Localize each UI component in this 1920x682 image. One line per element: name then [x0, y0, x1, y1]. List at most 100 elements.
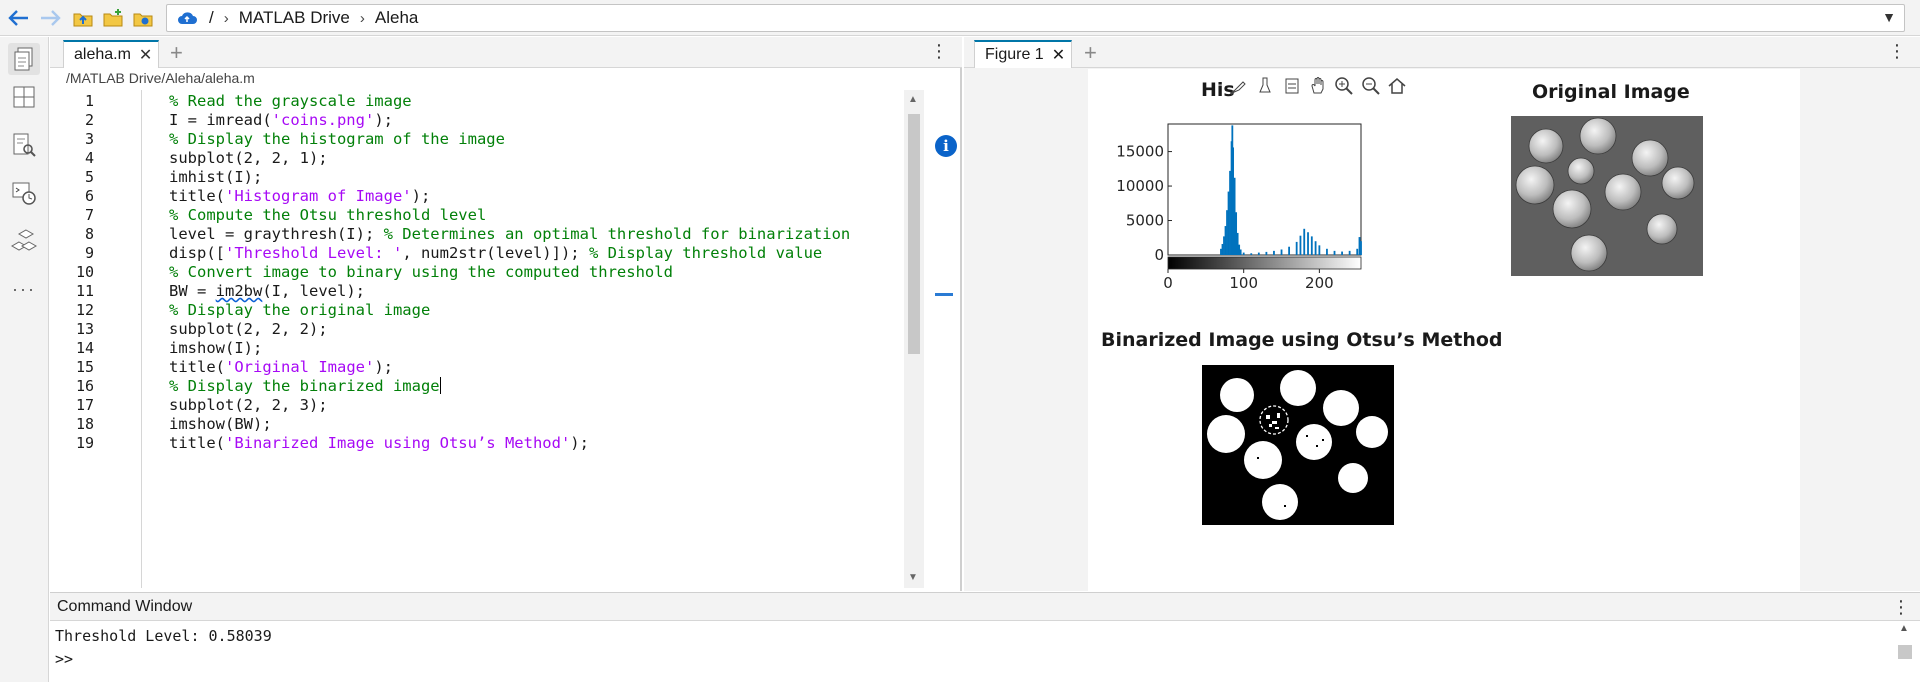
- code-line[interactable]: title('Binarized Image using Otsu’s Meth…: [169, 434, 589, 452]
- binarized-coins-image: [1202, 365, 1394, 525]
- code-line[interactable]: % Display the histogram of the image: [169, 130, 505, 148]
- code-area[interactable]: 1 2 3 4 5 6 7 8 9 10 11 12 13 14 15 16 17 18 19 % Read the…: [50, 90, 962, 588]
- browse-folder-icon[interactable]: [130, 6, 156, 30]
- histogram-bar: [1295, 241, 1298, 255]
- code-string: 'Original Image': [225, 358, 375, 376]
- y-tick-label: 0: [1154, 246, 1164, 264]
- code-line[interactable]: BW = im2bw(I, level);: [169, 282, 365, 300]
- scrollbar-thumb[interactable]: [1898, 645, 1912, 659]
- chevron-down-icon[interactable]: ▼: [1882, 9, 1896, 25]
- code-line[interactable]: % Display the original image: [169, 301, 430, 319]
- line-number: 7: [84, 206, 94, 224]
- code-line[interactable]: % Convert image to binary using the comp…: [169, 263, 673, 281]
- grayscale-colorbar: [1167, 256, 1362, 270]
- workspace-panel-icon[interactable]: [8, 81, 40, 113]
- close-icon[interactable]: ✕: [139, 45, 152, 65]
- up-folder-icon[interactable]: [70, 6, 96, 30]
- line-number: 10: [75, 263, 94, 281]
- more-options-icon[interactable]: ···: [8, 273, 40, 305]
- command-window-kebab-menu-icon[interactable]: ⋮: [1892, 598, 1910, 616]
- line-number: 3: [84, 130, 94, 148]
- tab-aleha-m[interactable]: aleha.m ✕: [63, 40, 160, 68]
- command-history-icon[interactable]: [8, 177, 40, 209]
- x-tick-label: 100: [1229, 274, 1258, 292]
- forward-arrow-icon[interactable]: [37, 6, 63, 30]
- histogram-bar: [1310, 236, 1313, 255]
- code-string: 'Threshold Level: ': [225, 244, 403, 262]
- command-window[interactable]: Command Window ⋮ Threshold Level: 0.5803…: [50, 592, 1920, 682]
- find-files-icon[interactable]: [8, 129, 40, 161]
- code-comment: % Read the grayscale image: [169, 92, 412, 110]
- line-number: 17: [75, 396, 94, 414]
- gutter-divider: [141, 90, 142, 588]
- breadcrumb-root[interactable]: /: [209, 8, 214, 28]
- editor-panel: aleha.m ✕ + ⋮ /MATLAB Drive/Aleha/aleha.…: [50, 37, 962, 591]
- command-prompt[interactable]: >>: [55, 650, 73, 668]
- histogram-bar: [1341, 251, 1343, 255]
- code-comment: % Determines an optimal threshold for bi…: [383, 225, 851, 243]
- code-comment: % Display the binarized image: [169, 377, 440, 395]
- histogram-bar: [1307, 232, 1309, 255]
- code-line[interactable]: % Read the grayscale image: [169, 92, 412, 110]
- file-path-label: /MATLAB Drive/Aleha/aleha.m: [66, 70, 255, 86]
- figure-kebab-menu-icon[interactable]: ⋮: [1888, 42, 1906, 60]
- back-arrow-icon[interactable]: [6, 6, 32, 30]
- code-line[interactable]: imshow(BW);: [169, 415, 272, 433]
- code-line[interactable]: subplot(2, 2, 1);: [169, 149, 328, 167]
- close-icon[interactable]: ✕: [1052, 45, 1065, 65]
- scrollbar-thumb[interactable]: [908, 114, 920, 354]
- line-number: 4: [84, 149, 94, 167]
- figure-canvas[interactable]: His 0 5000 10000 15000 0 100 200 Original Imag…: [1088, 69, 1800, 591]
- breadcrumb-matlab-drive[interactable]: MATLAB Drive: [239, 8, 350, 28]
- line-number: 6: [84, 187, 94, 205]
- code-token: subplot(2, 2, 3);: [169, 396, 328, 414]
- new-tab-plus-icon[interactable]: +: [1084, 40, 1097, 66]
- code-line[interactable]: I = imread('coins.png');: [169, 111, 393, 129]
- histogram-bar: [1360, 241, 1362, 255]
- scroll-up-icon[interactable]: ▲: [908, 94, 918, 105]
- files-panel-icon[interactable]: [8, 43, 40, 75]
- command-window-scrollbar[interactable]: ▲: [1894, 623, 1916, 682]
- breadcrumb-aleha[interactable]: Aleha: [375, 8, 418, 28]
- code-token: );: [570, 434, 589, 452]
- code-line[interactable]: disp(['Threshold Level: ', num2str(level…: [169, 244, 822, 262]
- new-tab-plus-icon[interactable]: +: [170, 40, 183, 66]
- add-ons-icon[interactable]: [8, 225, 40, 257]
- tab-figure-1[interactable]: Figure 1 ✕: [974, 40, 1073, 68]
- scroll-down-icon[interactable]: ▼: [908, 572, 918, 583]
- info-icon[interactable]: i: [935, 135, 957, 157]
- code-comment: % Display threshold value: [588, 244, 823, 262]
- new-folder-icon[interactable]: [100, 6, 126, 30]
- editor-vertical-scrollbar[interactable]: ▲ ▼: [904, 90, 924, 588]
- histogram-bar: [1280, 249, 1283, 255]
- code-line[interactable]: title('Histogram of Image');: [169, 187, 430, 205]
- histogram-bar: [1356, 248, 1359, 255]
- path-address-bar[interactable]: / › MATLAB Drive › Aleha ▼: [166, 4, 1905, 32]
- code-comment: % Convert image to binary using the comp…: [169, 263, 673, 281]
- code-line[interactable]: imshow(I);: [169, 339, 262, 357]
- code-line[interactable]: % Compute the Otsu threshold level: [169, 206, 486, 224]
- code-analyzer-marker[interactable]: [935, 293, 953, 296]
- histogram-bar: [1303, 228, 1306, 255]
- x-tick-label: 0: [1163, 274, 1173, 292]
- histogram-plot-area: [1167, 123, 1362, 256]
- histogram-bar: [1326, 248, 1328, 255]
- histogram-bar: [1318, 245, 1321, 255]
- code-line[interactable]: imhist(I);: [169, 168, 262, 186]
- command-window-title: Command Window: [57, 598, 193, 615]
- code-comment: % Display the histogram of the image: [169, 130, 505, 148]
- scroll-up-icon[interactable]: ▲: [1899, 623, 1909, 634]
- breadcrumb-separator-icon: ›: [223, 9, 229, 27]
- command-window-header: Command Window ⋮: [50, 593, 1920, 621]
- code-line[interactable]: subplot(2, 2, 2);: [169, 320, 328, 338]
- code-comment: % Display the original image: [169, 301, 431, 319]
- code-token: title(: [169, 187, 225, 205]
- code-line[interactable]: % Display the binarized image: [169, 377, 441, 395]
- code-line[interactable]: subplot(2, 2, 3);: [169, 396, 328, 414]
- editor-kebab-menu-icon[interactable]: ⋮: [930, 42, 948, 60]
- code-line[interactable]: level = graythresh(I); % Determines an o…: [169, 225, 850, 243]
- histogram-axes[interactable]: 0 5000 10000 15000 0 100 200: [1088, 69, 1418, 309]
- line-number: 18: [75, 415, 94, 433]
- histogram-bar: [1239, 249, 1242, 255]
- code-line[interactable]: title('Original Image');: [169, 358, 393, 376]
